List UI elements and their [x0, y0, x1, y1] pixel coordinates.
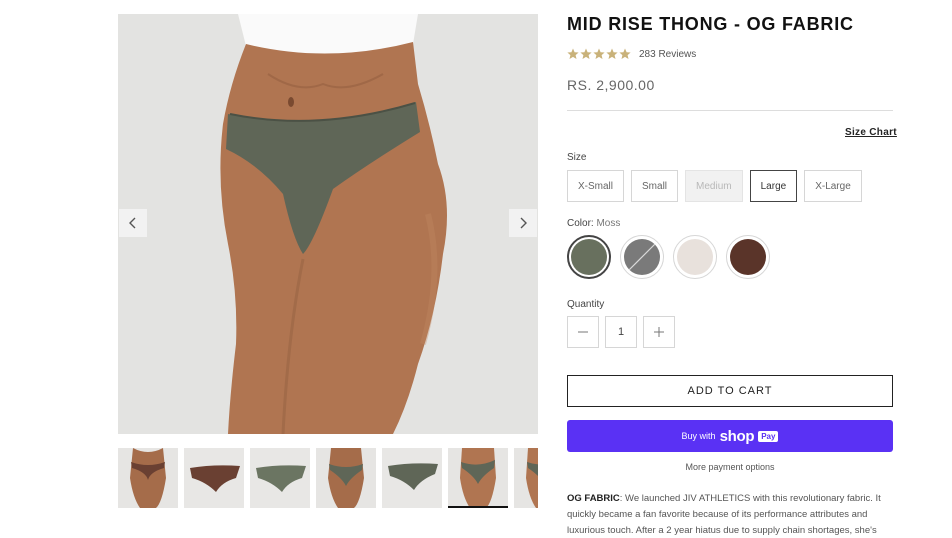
product-price: RS. 2,900.00 — [567, 77, 655, 93]
prev-image-button[interactable] — [119, 209, 147, 237]
pay-badge: Pay — [758, 430, 779, 442]
swatch-brown[interactable] — [726, 235, 770, 279]
swatch-sand[interactable] — [673, 235, 717, 279]
size-option-medium[interactable]: Medium — [685, 170, 743, 202]
buy-with-text: Buy with — [681, 431, 716, 441]
product-title: MID RISE THONG - OG FABRIC — [567, 14, 854, 34]
thumbnail-4[interactable] — [316, 448, 376, 508]
unavailable-slash-icon — [627, 242, 657, 272]
description-heading: OG FABRIC — [567, 493, 620, 504]
size-label: Size — [567, 152, 587, 163]
color-label-text: Color: — [567, 218, 594, 229]
more-payment-options-link[interactable]: More payment options — [567, 462, 893, 472]
decrease-quantity-button[interactable] — [567, 316, 599, 348]
quantity-label: Quantity — [567, 299, 605, 310]
rating[interactable]: 283 Reviews — [567, 48, 696, 60]
divider — [567, 110, 893, 111]
thumbnail-5[interactable] — [382, 448, 442, 508]
product-main-image — [118, 14, 538, 434]
thumbnail-6[interactable] — [448, 448, 508, 508]
size-chart-link[interactable]: Size Chart — [845, 127, 897, 138]
star-icon — [619, 48, 631, 59]
quantity-input[interactable] — [605, 316, 637, 348]
star-icon — [580, 48, 592, 59]
thumbnail-2[interactable] — [184, 448, 244, 508]
add-to-cart-button[interactable]: ADD TO CART — [567, 375, 893, 407]
shop-logo-text: shop — [719, 427, 755, 445]
plus-icon — [654, 327, 664, 337]
star-icon — [567, 48, 579, 59]
star-icon — [606, 48, 618, 59]
size-option-xsmall[interactable]: X-Small — [567, 170, 625, 202]
thumbnail-strip — [118, 448, 538, 510]
star-rating — [567, 48, 631, 60]
swatch-moss[interactable] — [567, 235, 611, 279]
color-selected-value: Moss — [596, 218, 621, 229]
swatch-color — [730, 239, 766, 275]
size-option-large[interactable]: Large — [749, 170, 798, 202]
size-option-small[interactable]: Small — [631, 170, 679, 202]
color-label: Color: Moss — [567, 218, 620, 229]
swatch-color — [624, 239, 660, 275]
thumbnail-3[interactable] — [250, 448, 310, 508]
thumbnail-1[interactable] — [118, 448, 178, 508]
size-options: X-Small Small Medium Large X-Large — [567, 170, 862, 202]
shop-pay-button[interactable]: Buy with shop Pay — [567, 420, 893, 452]
swatch-grey-unavailable[interactable] — [620, 235, 664, 279]
model-photo — [220, 14, 447, 434]
reviews-count[interactable]: 283 Reviews — [639, 49, 696, 60]
thumbnail-7[interactable] — [514, 448, 538, 508]
next-image-button[interactable] — [509, 209, 537, 237]
size-option-xlarge[interactable]: X-Large — [804, 170, 862, 202]
quantity-stepper — [567, 316, 675, 348]
star-icon — [593, 48, 605, 59]
color-swatches — [567, 235, 770, 279]
chevron-right-icon — [520, 217, 527, 229]
minus-icon — [578, 331, 588, 333]
increase-quantity-button[interactable] — [643, 316, 675, 348]
product-description: OG FABRIC: We launched JIV ATHLETICS wit… — [567, 491, 893, 538]
chevron-left-icon — [129, 217, 136, 229]
swatch-color — [677, 239, 713, 275]
swatch-color — [571, 239, 607, 275]
